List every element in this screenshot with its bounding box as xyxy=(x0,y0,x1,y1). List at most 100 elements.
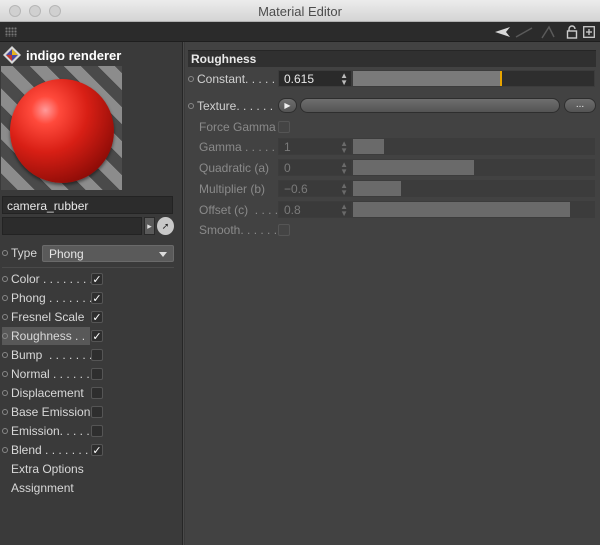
smooth-label: Smooth. . . . . . xyxy=(199,223,278,237)
quadratic-row: Quadratic (a) xyxy=(199,159,269,177)
texture-browse-button[interactable]: ... xyxy=(564,98,596,113)
anim-dot[interactable] xyxy=(2,428,8,434)
multiplier-row: Multiplier (b) xyxy=(199,180,265,198)
displacement-checkbox[interactable] xyxy=(91,387,103,399)
lock-icon[interactable] xyxy=(565,24,579,40)
toolbar xyxy=(0,22,600,42)
offset-input[interactable]: 0.8 ▲ ▼ xyxy=(278,201,352,218)
pick-material-icon[interactable]: ➚ xyxy=(157,217,174,235)
channel-label: Base Emission xyxy=(11,405,91,419)
anim-dot[interactable] xyxy=(2,276,8,282)
anim-dot[interactable] xyxy=(2,409,8,415)
up-arrow-icon[interactable] xyxy=(540,24,556,40)
back-arrow-icon[interactable] xyxy=(495,24,511,40)
texture-slot[interactable] xyxy=(300,98,560,113)
phong-checkbox[interactable]: ✓ xyxy=(91,292,103,305)
chevron-down-icon xyxy=(159,252,167,257)
divider xyxy=(2,267,174,268)
type-anim-dot[interactable] xyxy=(2,250,8,256)
channel-label: Color . . . . . . . . xyxy=(11,272,94,286)
anim-dot[interactable] xyxy=(2,314,8,320)
bump-checkbox[interactable] xyxy=(91,349,103,361)
constant-input[interactable]: 0.615 ▲ ▼ xyxy=(278,70,352,87)
blend-checkbox[interactable]: ✓ xyxy=(91,444,103,457)
anim-dot[interactable] xyxy=(2,447,8,453)
indigo-logo-icon xyxy=(3,46,21,64)
channel-label: Emission. . . . . xyxy=(11,424,90,438)
quadratic-slider[interactable] xyxy=(352,159,595,176)
multiplier-label: Multiplier (b) xyxy=(199,182,266,196)
normal-checkbox[interactable] xyxy=(91,368,103,380)
stepper-icon[interactable]: ▲ ▼ xyxy=(340,140,348,155)
forward-arrow-icon[interactable] xyxy=(515,24,533,40)
anim-dot[interactable] xyxy=(188,76,194,82)
anim-dot[interactable] xyxy=(188,103,194,109)
channel-label: Normal . . . . . . xyxy=(11,367,90,381)
type-select-value: Phong xyxy=(49,247,84,261)
channel-label: Phong . . . . . . . xyxy=(11,291,93,305)
quadratic-input[interactable]: 0 ▲ ▼ xyxy=(278,159,352,176)
force-gamma-checkbox[interactable] xyxy=(278,121,290,133)
type-select[interactable]: Phong xyxy=(42,245,174,262)
window-titlebar: Material Editor xyxy=(0,0,600,22)
force-gamma-row: Force Gamma xyxy=(199,118,276,136)
material-link-field[interactable] xyxy=(2,217,142,235)
anim-dot[interactable] xyxy=(2,333,8,339)
material-preview[interactable] xyxy=(1,66,122,190)
emission-checkbox[interactable] xyxy=(91,425,103,437)
type-label: Type xyxy=(11,246,38,260)
channel-label: Bump . . . . . . . xyxy=(11,348,93,362)
channel-label: Blend . . . . . . . . xyxy=(11,443,96,457)
channel-label: Roughness . . xyxy=(11,329,86,343)
slider-fill xyxy=(353,71,502,86)
stepper-icon[interactable]: ▲ ▼ xyxy=(340,182,348,197)
multiplier-input[interactable]: −0.6 ▲ ▼ xyxy=(278,180,352,197)
anim-dot[interactable] xyxy=(2,295,8,301)
constant-row: Constant. . . . . xyxy=(188,70,275,88)
constant-label: Constant. . . . . xyxy=(197,72,276,86)
link-arrow-button[interactable]: ▸ xyxy=(144,217,155,235)
gamma-row: Gamma . . . . . . xyxy=(199,138,282,156)
smooth-row: Smooth. . . . . . xyxy=(199,221,277,239)
anim-dot[interactable] xyxy=(2,352,8,358)
grip-icon[interactable] xyxy=(5,27,17,37)
assignment-item[interactable]: Assignment xyxy=(11,479,74,497)
stepper-icon[interactable]: ▲ ▼ xyxy=(340,72,348,87)
channel-label: Fresnel Scale xyxy=(11,310,85,324)
texture-label: Texture. . . . . . xyxy=(197,99,274,113)
anim-dot[interactable] xyxy=(2,371,8,377)
section-title: Roughness xyxy=(188,50,596,67)
material-name-field[interactable]: camera_rubber xyxy=(2,196,173,214)
constant-slider[interactable] xyxy=(352,70,595,87)
slider-fill xyxy=(353,181,402,196)
roughness-panel: Roughness Constant. . . . . 0.615 ▲ ▼ Tex… xyxy=(185,42,600,545)
channel-label: Displacement xyxy=(11,386,84,400)
panel-divider[interactable] xyxy=(182,42,184,545)
channel-label: Assignment xyxy=(11,481,74,495)
window-title: Material Editor xyxy=(258,4,342,19)
extra-options-item[interactable]: Extra Options xyxy=(11,460,84,478)
offset-slider[interactable] xyxy=(352,201,595,218)
brand-name: indigo renderer xyxy=(26,47,122,63)
stepper-icon[interactable]: ▲ ▼ xyxy=(340,161,348,176)
stepper-icon[interactable]: ▲ ▼ xyxy=(340,203,348,218)
texture-row: Texture. . . . . . xyxy=(188,97,273,115)
base-emission-checkbox[interactable] xyxy=(91,406,103,418)
anim-dot[interactable] xyxy=(2,390,8,396)
fresnel-scale-checkbox[interactable]: ✓ xyxy=(91,311,103,324)
gamma-slider[interactable] xyxy=(352,138,595,155)
color-checkbox[interactable]: ✓ xyxy=(91,273,103,286)
new-window-icon[interactable] xyxy=(582,24,596,40)
multiplier-slider[interactable] xyxy=(352,180,595,197)
multiplier-value: −0.6 xyxy=(284,182,308,196)
roughness-checkbox[interactable]: ✓ xyxy=(91,330,103,343)
smooth-checkbox[interactable] xyxy=(278,224,290,236)
offset-label: Offset (c) . . . . xyxy=(199,203,279,217)
type-row: Type xyxy=(2,244,37,262)
channel-row-roughness[interactable]: Roughness . . xyxy=(2,327,90,345)
texture-arrow-button[interactable]: ▶ xyxy=(278,98,297,113)
gamma-input[interactable]: 1 ▲ ▼ xyxy=(278,138,352,155)
slider-marker[interactable] xyxy=(500,71,503,86)
quadratic-label: Quadratic (a) xyxy=(199,161,270,175)
slider-fill xyxy=(353,202,570,217)
